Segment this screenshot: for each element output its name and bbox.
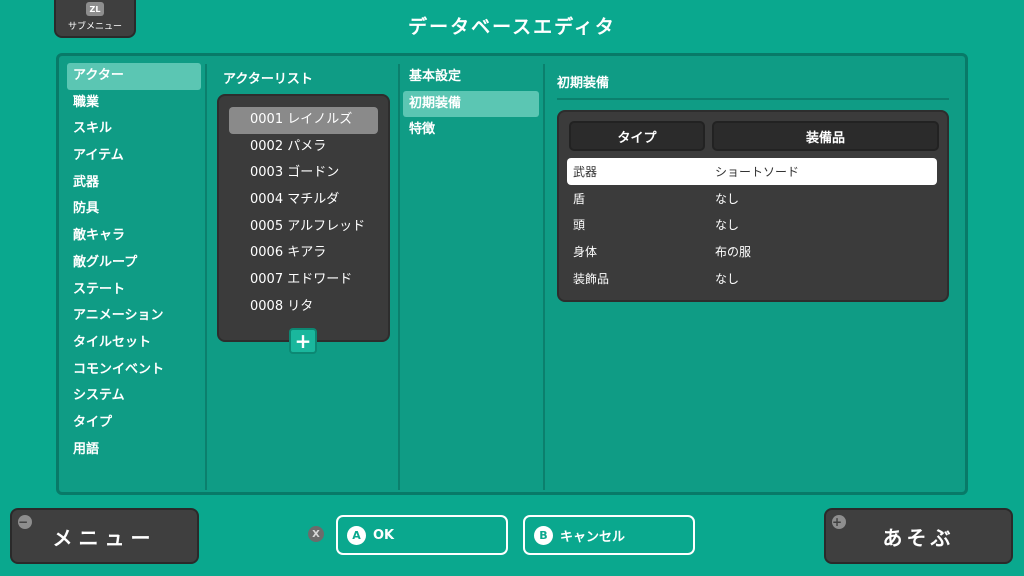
actor-item[interactable]: 0003 ゴードン [229,160,378,187]
category-item[interactable]: システム [67,383,201,410]
settings-item[interactable]: 初期装備 [403,90,539,118]
equipment-item: なし [715,271,740,286]
actor-item[interactable]: 0006 キアラ [229,240,378,267]
equipment-row[interactable]: 頭 なし [567,211,937,238]
equipment-type: 身体 [573,244,598,259]
actor-item[interactable]: 0007 エドワード [229,267,378,294]
equipment-type: 装飾品 [573,271,610,286]
category-item[interactable]: アニメーション [67,303,201,330]
page-title: データベースエディタ [408,16,616,38]
settings-item[interactable]: 基本設定 [403,64,539,91]
type-column-header[interactable]: タイプ [569,121,705,151]
equipment-table: タイプ 装備品 武器 ショートソード盾なし頭なし 身体 布の服 装飾品 なし [557,110,949,302]
category-item[interactable]: 敵グループ [67,250,201,277]
category-list: アクター 職業 スキル アイテム 武器 防具 敵キャラ 敵グループ ステート アニメーション タイル… [67,63,201,463]
category-item[interactable]: アクター [67,63,201,90]
minus-icon: − [18,515,35,529]
actor-item[interactable]: 0001 レイノルズ [229,107,378,134]
equipment-item: なし [715,218,740,233]
add-actor-button[interactable]: + [289,328,317,354]
detail-divider [557,98,949,100]
play-label: あそぶ [882,525,955,550]
menu-button[interactable]: − メニュー [10,508,199,564]
category-item[interactable]: アイテム [67,143,201,170]
category-item[interactable]: スキル [67,116,201,143]
equipment-type: 盾 [573,191,586,206]
actor-item[interactable]: 0002 パメラ [229,134,378,161]
equipment-type: 頭 [573,218,586,233]
equipment-item: ショートソード [715,164,800,179]
ok-label: OK [373,527,395,543]
editor-panel: アクター 職業 スキル アイテム 武器 防具 敵キャラ 敵グループ ステート アニメーション タイル… [56,53,968,495]
column-divider [398,64,400,490]
column-divider [543,64,545,490]
actor-list: 0001 レイノルズ 0002 パメラ 0003 ゴードン 0004 マチルダ 0005… [217,94,390,342]
a-key-icon: A [347,525,366,545]
category-item[interactable]: ステート [67,277,201,304]
item-column-header[interactable]: 装備品 [712,121,939,151]
equipment-type: 武器 [573,164,598,179]
b-key-icon: B [534,525,553,545]
category-item[interactable]: タイプ [67,410,201,437]
cancel-button[interactable]: B キャンセル [523,515,695,555]
column-divider [205,64,207,490]
settings-list: 基本設定 初期装備 特徴 [403,64,539,144]
equipment-row[interactable]: 装飾品 なし [567,265,937,292]
actor-item[interactable]: 0005 アルフレッド [229,214,378,241]
category-item[interactable]: 職業 [67,90,201,117]
actor-item[interactable]: 0008 リタ [229,294,378,321]
equipment-item: なし [715,191,740,206]
equipment-row[interactable]: 身体 布の服 [567,238,937,265]
detail-title: 初期装備 [557,76,610,91]
plus-icon: + [294,329,312,353]
equipment-rows: 武器 ショートソード盾なし頭なし 身体 布の服 装飾品 なし [567,158,937,291]
category-item[interactable]: 武器 [67,170,201,197]
equipment-row[interactable]: 盾 なし [567,185,937,212]
equipment-item: 布の服 [715,244,752,259]
category-item[interactable]: 防具 [67,196,201,223]
actor-item[interactable]: 0004 マチルダ [229,187,378,214]
x-key-icon: X [308,526,324,542]
equipment-row[interactable]: 武器 ショートソード [567,158,937,185]
actor-list-header: アクターリスト [223,72,313,87]
settings-item[interactable]: 特徴 [403,117,539,144]
category-item[interactable]: 敵キャラ [67,223,201,250]
category-item[interactable]: 用語 [67,437,201,464]
category-item[interactable]: タイルセット [67,330,201,357]
cancel-label: キャンセル [560,529,626,545]
menu-label: メニュー [52,525,157,550]
category-item[interactable]: コモンイベント [67,357,201,384]
ok-button[interactable]: A OK [336,515,508,555]
plus-icon: + [832,515,847,529]
play-button[interactable]: + あそぶ [824,508,1013,564]
